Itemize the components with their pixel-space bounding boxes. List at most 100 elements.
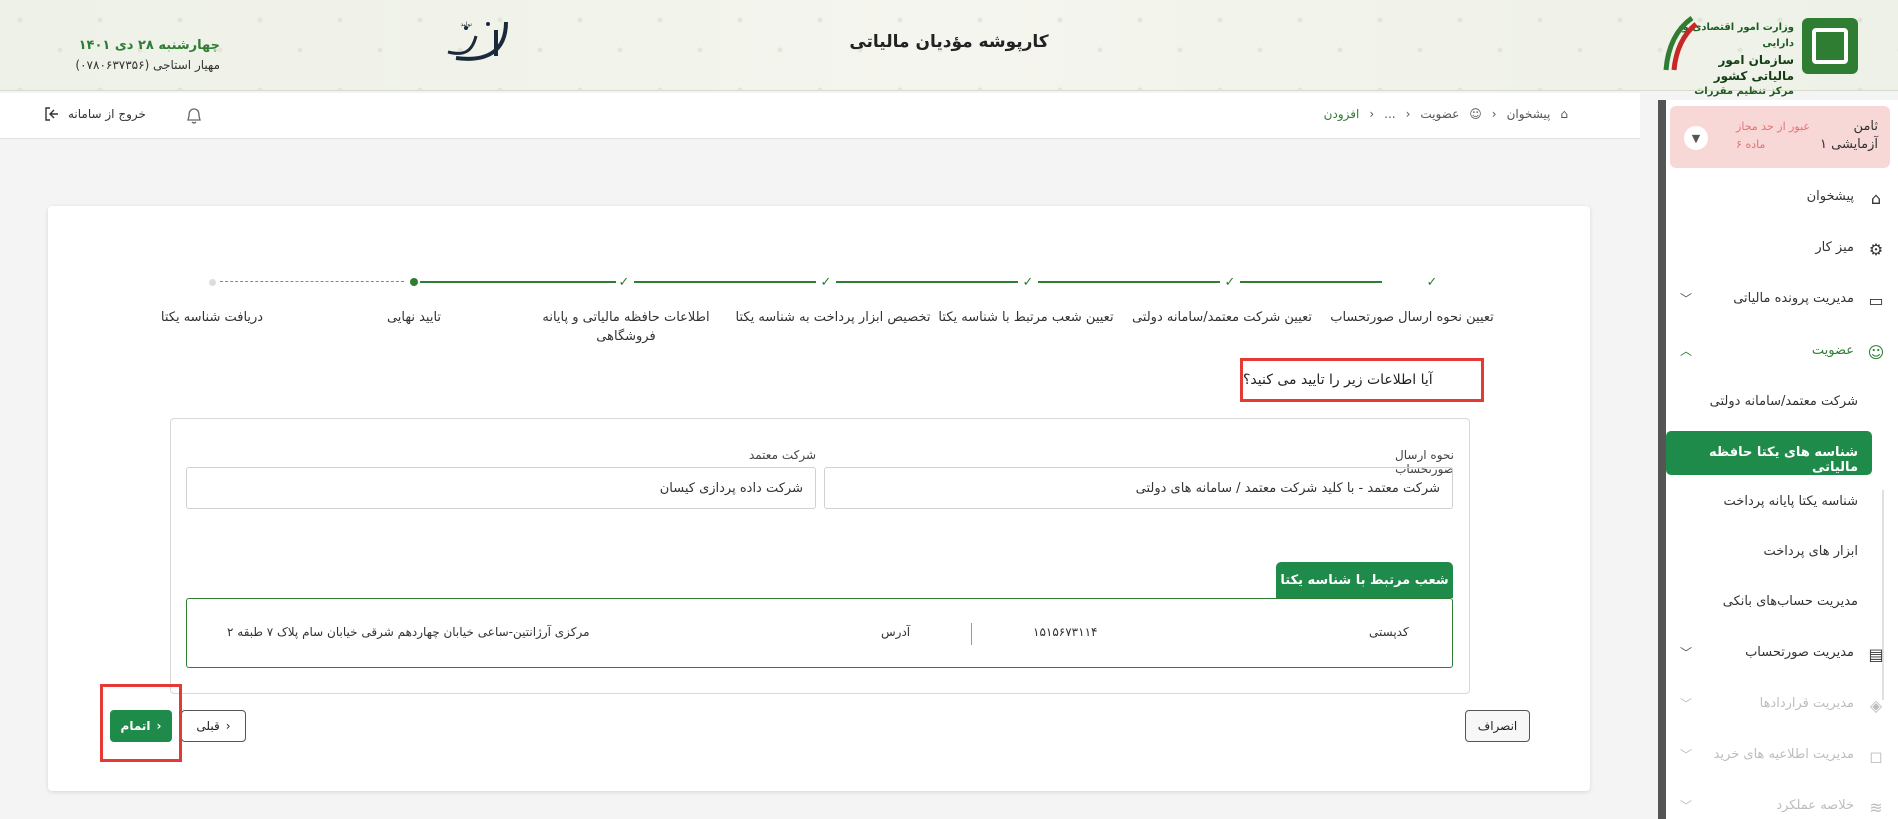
app-header: وزارت امور اقتصادی و دارایی سازمان امور …	[0, 0, 1898, 97]
chevron-down-icon: ﹀	[1680, 646, 1693, 660]
sidebar-subitem-bank-accounts[interactable]: مدیریت حساب‌های بانکی	[1666, 580, 1872, 624]
sidebar-item-label: مدیریت اطلاعیه های خرید	[1713, 747, 1854, 762]
sidebar-subitem-label: شرکت معتمد/سامانه دولتی	[1709, 394, 1858, 409]
breadcrumb-membership[interactable]: عضویت	[1420, 107, 1459, 121]
step-3-label: تعیین شعب مرتبط با شناسه یکتا	[938, 310, 1114, 325]
file-icon: ▭	[1868, 290, 1884, 310]
sidebar-subitem-label: شناسه یکتا پایانه پرداخت	[1723, 494, 1858, 509]
user-warning: عبور از حد مجاز ماده ۶	[1736, 118, 1810, 154]
chevron-left-icon: ‹	[1405, 107, 1411, 121]
sidebar-item-label: میز کار	[1815, 240, 1854, 255]
sidebar-item-contracts[interactable]: ◈ مدیریت قراردادها ﹀	[1666, 685, 1898, 725]
previous-label: قبلی	[196, 719, 220, 733]
header-date: چهارشنبه ۲۸ دی ۱۴۰۱	[78, 38, 220, 53]
tolid-logo-text: تولید	[460, 21, 472, 28]
step-connector	[634, 281, 816, 283]
user-icon: ☺	[1867, 342, 1885, 362]
user-icon: ☺	[1469, 107, 1482, 121]
logout-label: خروج از سامانه	[68, 107, 146, 121]
chevron-up-icon: ︿	[1680, 344, 1693, 358]
tolid-logo: تولید	[447, 21, 508, 61]
sidebar-item-workspace[interactable]: ⚙ میز کار	[1666, 229, 1898, 269]
sidebar-item-label: مدیریت صورتحساب	[1745, 645, 1854, 660]
home-icon: ⌂	[1870, 188, 1882, 208]
chevron-down-icon: ﹀	[1680, 697, 1693, 711]
send-method-field: شرکت معتمد - با کلید شرکت معتمد / سامانه…	[824, 467, 1453, 509]
step-4-check-icon: ✓	[820, 274, 832, 290]
sidebar-item-membership[interactable]: ☺ عضویت ︿	[1666, 332, 1898, 372]
breadcrumb-current: افزودن	[1323, 107, 1360, 121]
step-2-check-icon: ✓	[1224, 274, 1236, 290]
sidebar-subitem-trusted-company[interactable]: شرکت معتمد/سامانه دولتی	[1666, 380, 1872, 424]
contract-icon: ◈	[1869, 695, 1883, 715]
app-title: کارپوشه مؤدیان مالیاتی	[849, 32, 1049, 52]
cancel-button[interactable]: انصراف	[1465, 710, 1530, 742]
step-6-current-dot	[404, 272, 424, 292]
breadcrumb-ellipsis[interactable]: ...	[1384, 107, 1395, 121]
chevron-left-icon: ‹	[1369, 107, 1375, 121]
step-1-check-icon: ✓	[1426, 274, 1438, 290]
postal-code-label: کدپستی	[1369, 625, 1409, 639]
cancel-label: انصراف	[1477, 719, 1518, 733]
sidebar-item-label: مدیریت پرونده مالیاتی	[1733, 291, 1854, 306]
confirm-question: آیا اطلاعات زیر را تایید می کنید؟	[1240, 358, 1484, 402]
step-4-label: تخصیص ابزار پرداخت به شناسه یکتا	[735, 310, 931, 325]
sidebar-subitem-label: مدیریت حساب‌های بانکی	[1722, 594, 1858, 609]
chevron-left-icon: ‹	[225, 719, 231, 733]
sidebar-item-invoices[interactable]: ▤ مدیریت صورتحساب ﹀	[1666, 634, 1898, 674]
trusted-company-field: شرکت داده پردازی کیسان	[186, 467, 816, 509]
org-line-3: مرکز تنظیم مقررات	[1694, 86, 1794, 97]
chevron-down-icon: ﹀	[1680, 799, 1693, 813]
header-user: مهیار استاجی (۰۷۸۰۶۳۷۳۵۶)	[75, 58, 220, 72]
previous-button[interactable]: ‹ قبلی	[181, 710, 246, 742]
sidebar-subitem-payment-tools[interactable]: ابزار های پرداخت	[1666, 530, 1872, 574]
postal-code-value: ۱۵۱۵۶۷۳۱۱۴	[1033, 625, 1098, 639]
breadcrumb: ⌂ پیشخوان ‹ ☺ عضویت ‹ ... ‹ افزودن	[1324, 107, 1568, 121]
user-name-line-2: آزمایشی ۱	[1820, 137, 1878, 152]
branch-row: کدپستی ۱۵۱۵۶۷۳۱۱۴ آدرس مرکزی آرژانتین-سا…	[186, 598, 1453, 668]
sidebar-subitem-payment-terminal[interactable]: شناسه یکتا پایانه پرداخت	[1666, 480, 1872, 524]
bag-icon: ◻	[1869, 746, 1883, 766]
step-connector	[420, 281, 616, 283]
user-warning-line-2: ماده ۶	[1736, 138, 1766, 151]
user-name-line-1: ثامن	[1853, 119, 1878, 134]
trusted-company-label: شرکت معتمد	[748, 448, 816, 462]
step-connector	[1038, 281, 1220, 283]
sidebar-item-tax-file[interactable]: ▭ مدیریت پرونده مالیاتی ﹀	[1666, 280, 1898, 320]
step-5-label-line-2: فروشگاهی	[596, 329, 656, 344]
tab-related-branches[interactable]: شعب مرتبط با شناسه یکتا	[1276, 562, 1453, 598]
breadcrumb-home[interactable]: پیشخوان	[1507, 107, 1551, 121]
invoice-icon: ▤	[1868, 644, 1884, 664]
step-7-pending-dot	[202, 272, 222, 292]
bell-icon[interactable]	[186, 107, 202, 125]
user-name: ثامن آزمایشی ۱	[1820, 118, 1878, 154]
finish-highlight-box	[100, 684, 182, 762]
address-label: آدرس	[881, 625, 911, 639]
sidebar-item-purchase-notices[interactable]: ◻ مدیریت اطلاعیه های خرید ﹀	[1666, 736, 1898, 776]
sidebar-item-label: مدیریت قراردادها	[1759, 696, 1854, 711]
chevron-down-icon[interactable]: ▼	[1684, 126, 1708, 150]
step-5-label: اطلاعات حافظه مالیاتی و پایانه فروشگاهی	[542, 308, 709, 346]
logout-icon	[45, 107, 58, 121]
step-connector	[836, 281, 1018, 283]
step-1-label: تعیین نحوه ارسال صورتحساب	[1330, 310, 1494, 325]
sidebar-subitem-memory-ids[interactable]: شناسه های یکتا حافظه مالیاتی	[1666, 431, 1872, 475]
user-card: ثامن آزمایشی ۱ عبور از حد مجاز ماده ۶ ▼	[1670, 106, 1890, 168]
chart-icon: ≋	[1869, 797, 1883, 817]
step-2-label: تعیین شرکت معتمد/سامانه دولتی	[1131, 310, 1313, 325]
top-bar: ⌂ پیشخوان ‹ ☺ عضویت ‹ ... ‹ افزودن خروج …	[0, 93, 1640, 139]
step-5-label-line-1: اطلاعات حافظه مالیاتی و پایانه	[542, 310, 710, 325]
step-6-label: تایید نهایی	[386, 310, 442, 325]
sidebar-item-dashboard[interactable]: ⌂ پیشخوان	[1666, 178, 1898, 218]
sidebar-item-label: پیشخوان	[1806, 189, 1854, 204]
chevron-down-icon: ﹀	[1680, 748, 1693, 762]
step-connector	[1240, 281, 1382, 283]
step-7-label: دریافت شناسه یکتا	[160, 310, 264, 325]
home-icon[interactable]: ⌂	[1560, 107, 1568, 121]
sidebar-item-performance[interactable]: ≋ خلاصه عملکرد ﹀	[1666, 787, 1898, 819]
sidebar: ثامن آزمایشی ۱ عبور از حد مجاز ماده ۶ ▼ …	[1658, 100, 1898, 819]
sidebar-item-label: خلاصه عملکرد	[1776, 798, 1854, 813]
user-warning-line-1: عبور از حد مجاز	[1736, 120, 1810, 133]
logout-button[interactable]: خروج از سامانه	[44, 106, 146, 122]
stepper: ✓ ✓ ✓ ✓ ✓ تعیین نحوه ارسال صورتحساب تعیی…	[150, 268, 1522, 348]
